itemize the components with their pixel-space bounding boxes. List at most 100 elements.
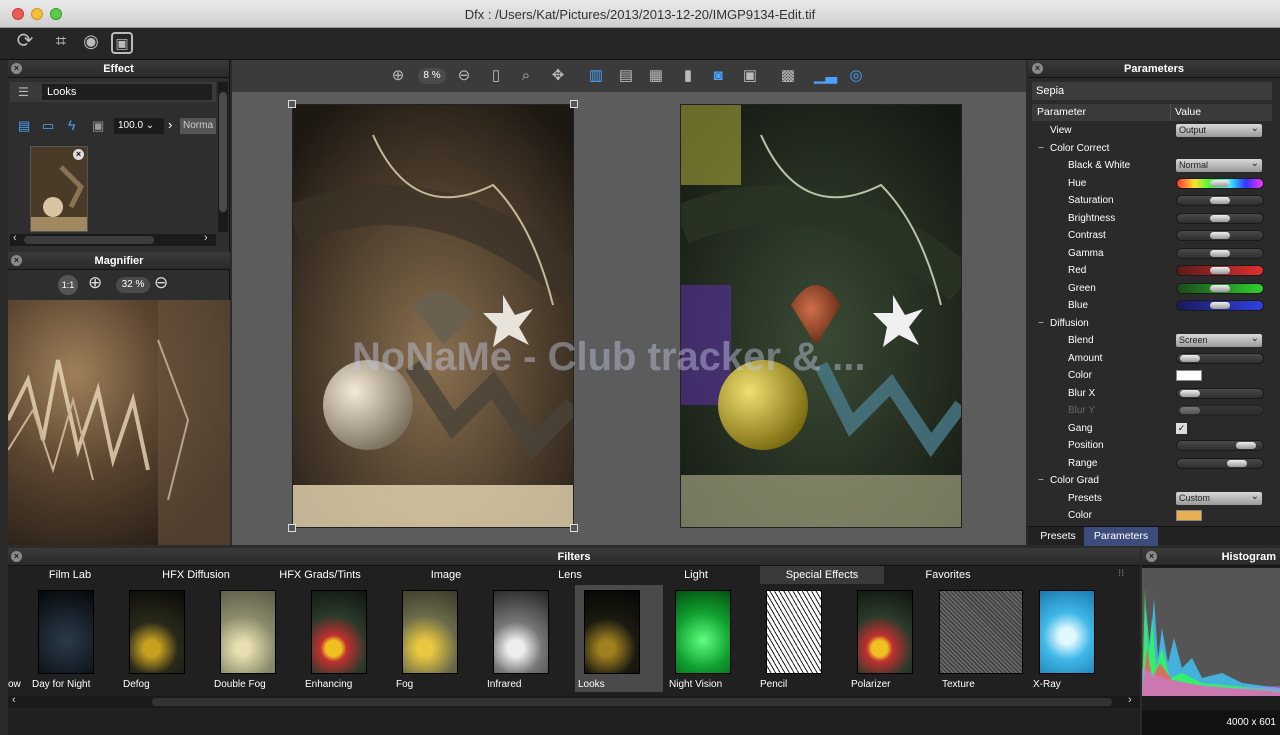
- preset-name-field[interactable]: Sepia: [1032, 82, 1272, 100]
- mask-icon[interactable]: ▤: [18, 118, 30, 134]
- close-icon[interactable]: ×: [1146, 551, 1157, 562]
- collapse-icon[interactable]: −: [1038, 472, 1044, 490]
- filter-item[interactable]: Defog: [120, 585, 208, 692]
- slider-knob[interactable]: [1180, 407, 1200, 414]
- param-dropdown[interactable]: Output ⌄: [1176, 123, 1262, 137]
- close-icon[interactable]: ×: [1032, 63, 1043, 74]
- slider-knob[interactable]: [1210, 249, 1230, 257]
- filter-item[interactable]: Enhancing: [302, 585, 390, 692]
- param-slider[interactable]: [1176, 405, 1264, 416]
- filter-item[interactable]: Infrared: [484, 585, 572, 692]
- filter-item[interactable]: Polarizer: [848, 585, 936, 692]
- chevron-left-icon[interactable]: ‹: [12, 694, 16, 706]
- collapse-icon[interactable]: −: [1038, 315, 1044, 333]
- zoom-in-icon[interactable]: ⊕: [88, 273, 102, 293]
- histogram-icon[interactable]: ▁▃: [814, 66, 837, 86]
- crop-handle[interactable]: [288, 100, 296, 108]
- magnifier-view[interactable]: [8, 300, 230, 545]
- zoom-in-icon[interactable]: ⊕: [388, 66, 408, 86]
- param-slider[interactable]: [1176, 352, 1264, 364]
- zoom-out-icon[interactable]: ⊖: [154, 273, 168, 293]
- ratio-1to1-button[interactable]: 1:1: [58, 275, 78, 295]
- filter-item[interactable]: Looks: [575, 585, 663, 692]
- effect-scrollbar[interactable]: [218, 82, 228, 232]
- effect-thumbnail[interactable]: ×: [30, 146, 88, 232]
- crop-handle[interactable]: [570, 100, 578, 108]
- slider-knob[interactable]: [1236, 442, 1256, 449]
- camera-icon[interactable]: ◙: [708, 66, 728, 86]
- filter-item[interactable]: ow: [8, 585, 26, 692]
- split-vertical-icon[interactable]: ▦: [646, 66, 666, 86]
- monitor-icon[interactable]: ▭: [42, 118, 54, 134]
- layout-icon[interactable]: ▩: [778, 66, 798, 86]
- param-slider[interactable]: [1176, 177, 1264, 189]
- zoom-out-icon[interactable]: ⊖: [454, 66, 474, 86]
- crop-handle[interactable]: [288, 524, 296, 532]
- amount-field[interactable]: 100.0 ⌄: [114, 118, 164, 134]
- effect-name-field[interactable]: Looks: [42, 84, 212, 100]
- chevron-right-icon[interactable]: ›: [204, 232, 208, 244]
- param-slider[interactable]: [1176, 282, 1264, 294]
- loupe-icon[interactable]: ◎: [846, 66, 866, 86]
- param-slider[interactable]: [1176, 440, 1264, 451]
- chevron-right-icon[interactable]: ›: [1128, 694, 1132, 706]
- param-slider[interactable]: [1176, 195, 1264, 206]
- split-horizontal-icon[interactable]: ▤: [616, 66, 636, 86]
- close-icon[interactable]: ×: [11, 255, 22, 266]
- param-slider[interactable]: [1176, 212, 1264, 224]
- effect-hscrollbar[interactable]: ‹ ›: [10, 232, 216, 246]
- crop-icon[interactable]: ⌗: [50, 32, 72, 54]
- slider-knob[interactable]: [1210, 197, 1230, 204]
- param-slider[interactable]: [1176, 387, 1264, 399]
- pan-icon[interactable]: ✥: [548, 66, 568, 86]
- compare-icon[interactable]: ◉: [80, 32, 102, 54]
- remove-effect-icon[interactable]: ×: [73, 149, 84, 160]
- magnify-icon[interactable]: ⌕: [516, 66, 536, 86]
- param-checkbox[interactable]: ✓: [1176, 422, 1187, 434]
- param-slider[interactable]: [1176, 247, 1264, 259]
- slider-knob[interactable]: [1180, 354, 1200, 362]
- color-swatch[interactable]: [1176, 510, 1202, 521]
- lightning-icon[interactable]: ϟ: [68, 117, 75, 133]
- slider-knob[interactable]: [1227, 459, 1247, 467]
- tab-presets[interactable]: Presets: [1032, 527, 1084, 546]
- tab-parameters[interactable]: Parameters: [1084, 527, 1158, 546]
- filter-item[interactable]: Texture: [939, 585, 1027, 692]
- fit-icon[interactable]: ▯: [486, 66, 506, 86]
- filter-item[interactable]: Night Vision: [666, 585, 754, 692]
- chevron-right-icon[interactable]: ›: [168, 117, 172, 132]
- canvas-zoom-field[interactable]: 8 %: [418, 68, 446, 84]
- slider-knob[interactable]: [1210, 179, 1230, 187]
- slider-knob[interactable]: [1210, 267, 1230, 274]
- collapse-icon[interactable]: −: [1038, 140, 1044, 158]
- param-slider[interactable]: [1176, 457, 1264, 469]
- crop-handle[interactable]: [570, 524, 578, 532]
- blend-mode-select[interactable]: Norma: [180, 118, 216, 134]
- after-image[interactable]: [680, 104, 962, 528]
- snapshot-icon[interactable]: ▣: [740, 66, 760, 86]
- param-slider[interactable]: [1176, 230, 1264, 241]
- magnifier-zoom-field[interactable]: 32 %: [116, 277, 150, 293]
- refresh-icon[interactable]: ⟳: [14, 31, 36, 54]
- single-view-icon[interactable]: ▮: [678, 66, 698, 86]
- filter-item[interactable]: Fog: [393, 585, 481, 692]
- chevron-left-icon[interactable]: ‹: [13, 232, 17, 244]
- param-dropdown[interactable]: Normal ⌄: [1176, 158, 1262, 172]
- fit-screen-icon[interactable]: ▣: [111, 32, 133, 54]
- close-icon[interactable]: ×: [11, 63, 22, 74]
- filter-item[interactable]: Double Fog: [211, 585, 299, 692]
- param-slider[interactable]: [1176, 300, 1264, 311]
- color-swatch[interactable]: [1176, 370, 1202, 381]
- filters-scrollbar[interactable]: ‹ ›: [8, 694, 1140, 708]
- split-view-icon[interactable]: ▥: [586, 66, 606, 86]
- param-dropdown[interactable]: Screen ⌄: [1176, 333, 1262, 347]
- filter-item[interactable]: Day for Night: [29, 585, 117, 692]
- filter-item[interactable]: Pencil: [757, 585, 845, 692]
- before-image[interactable]: [292, 104, 574, 528]
- slider-knob[interactable]: [1210, 284, 1230, 292]
- slider-knob[interactable]: [1210, 214, 1230, 222]
- slider-knob[interactable]: [1180, 389, 1200, 397]
- param-dropdown[interactable]: Custom ⌄: [1176, 491, 1262, 505]
- filter-item[interactable]: X-Ray: [1030, 585, 1118, 692]
- slider-knob[interactable]: [1210, 302, 1230, 309]
